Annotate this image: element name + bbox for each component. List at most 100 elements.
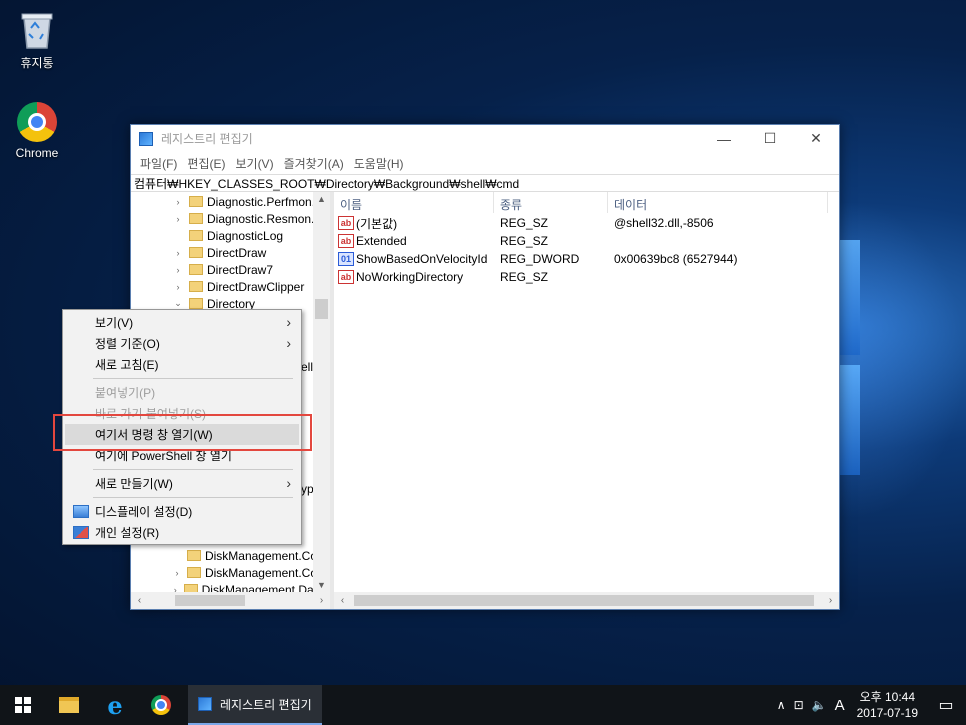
- tree-item-label: DiagnosticLog: [207, 228, 284, 243]
- scroll-left-icon[interactable]: ‹: [131, 592, 148, 609]
- tree-item-label: DirectDrawClipper: [207, 279, 305, 294]
- expand-chevron-icon[interactable]: ›: [171, 248, 185, 258]
- title-bar[interactable]: 레지스트리 편집기 — ☐ ✕: [131, 125, 839, 152]
- tree-item[interactable]: › Diagnostic.Resmon.C: [131, 210, 330, 227]
- menu-item-label: 정렬 기준(O): [95, 337, 160, 351]
- folder-icon: [189, 298, 203, 309]
- volume-icon[interactable]: 🔈: [808, 698, 831, 712]
- internet-explorer-icon: e: [107, 690, 123, 720]
- scroll-down-icon[interactable]: ▼: [313, 580, 330, 590]
- values-horizontal-scrollbar[interactable]: ‹ ›: [334, 592, 839, 609]
- string-value-icon: ab: [338, 216, 354, 230]
- tree-item[interactable]: DiagnosticLog: [131, 227, 330, 244]
- column-header-type[interactable]: 종류: [494, 192, 608, 213]
- chrome-taskbar-button[interactable]: [138, 685, 184, 725]
- menu-item-label: 붙여넣기(P): [95, 386, 156, 400]
- menu-item-display-settings[interactable]: 디스플레이 설정(D): [65, 501, 299, 522]
- menu-help[interactable]: 도움말(H): [349, 155, 409, 172]
- desktop-icon-chrome[interactable]: Chrome: [2, 102, 72, 160]
- value-type: REG_SZ: [500, 270, 549, 284]
- expand-chevron-icon[interactable]: ›: [171, 265, 185, 275]
- value-type: REG_SZ: [500, 234, 549, 248]
- minimize-button[interactable]: —: [701, 125, 747, 152]
- string-value-icon: ab: [338, 234, 354, 248]
- value-name: Extended: [356, 234, 407, 248]
- value-type: REG_DWORD: [500, 252, 580, 266]
- expand-chevron-icon[interactable]: ›: [171, 197, 185, 207]
- clock-date: 2017-07-19: [856, 706, 918, 720]
- tree-vertical-scrollbar[interactable]: ▲ ▼: [313, 192, 330, 592]
- collapse-chevron-icon[interactable]: ⌄: [171, 298, 185, 309]
- show-hidden-icons-icon[interactable]: ∧: [773, 698, 790, 712]
- desktop-icon-label: 휴지통: [20, 56, 54, 70]
- submenu-arrow-icon: ›: [286, 314, 291, 330]
- start-button[interactable]: [0, 685, 46, 725]
- tree-item[interactable]: DiskManagement.Co: [131, 547, 317, 564]
- menu-item-label: 새로 만들기(W): [95, 477, 173, 491]
- scroll-thumb[interactable]: [175, 595, 245, 606]
- address-bar[interactable]: 컴퓨터₩HKEY_CLASSES_ROOT₩Directory₩Backgrou…: [131, 174, 839, 192]
- menu-view[interactable]: 보기(V): [230, 155, 278, 172]
- value-row[interactable]: ab (기본값) REG_SZ @shell32.dll,-8506: [334, 214, 839, 232]
- taskbar: e 레지스트리 편집기 ∧ ⊡ 🔈 A 오후 10:44 2017-07-19 …: [0, 685, 966, 725]
- menu-item-refresh[interactable]: 새로 고침(E): [65, 354, 299, 375]
- wallpaper-logo-pane: [840, 365, 860, 475]
- folder-icon: [186, 567, 201, 578]
- tree-item-label-partial: ell: [301, 360, 314, 374]
- value-row[interactable]: ab Extended REG_SZ: [334, 232, 839, 250]
- input-method-indicator[interactable]: A: [831, 697, 849, 714]
- menu-item-paste: 붙여넣기(P): [65, 382, 299, 403]
- menu-file[interactable]: 파일(F): [135, 155, 182, 172]
- internet-explorer-button[interactable]: e: [92, 685, 138, 725]
- menu-favorites[interactable]: 즐겨찾기(A): [279, 155, 349, 172]
- submenu-arrow-icon: ›: [286, 475, 291, 491]
- wallpaper-logo-pane: [840, 240, 860, 355]
- value-row[interactable]: 01 ShowBasedOnVelocityId REG_DWORD 0x0063…: [334, 250, 839, 268]
- tree-item[interactable]: › DirectDraw7: [131, 261, 330, 278]
- desktop-icon-recycle-bin[interactable]: 휴지통: [2, 8, 72, 71]
- clock[interactable]: 오후 10:44 2017-07-19: [849, 689, 926, 721]
- value-data: @shell32.dll,-8506: [614, 216, 714, 230]
- menu-edit[interactable]: 편집(E): [182, 155, 230, 172]
- column-header-data[interactable]: 데이터: [608, 192, 828, 213]
- action-center-icon[interactable]: ▭: [926, 695, 966, 715]
- taskbar-item-regedit[interactable]: 레지스트리 편집기: [188, 685, 322, 725]
- scroll-thumb[interactable]: [354, 595, 814, 606]
- value-row[interactable]: ab NoWorkingDirectory REG_SZ: [334, 268, 839, 286]
- tree-item[interactable]: › DirectDrawClipper: [131, 278, 330, 295]
- folder-icon: [189, 196, 203, 207]
- menu-item-personalize[interactable]: 개인 설정(R): [65, 522, 299, 543]
- menu-item-sort-by[interactable]: 정렬 기준(O) ›: [65, 333, 299, 354]
- close-button[interactable]: ✕: [793, 125, 839, 152]
- scroll-right-icon[interactable]: ›: [822, 592, 839, 609]
- menu-item-new[interactable]: 새로 만들기(W) ›: [65, 473, 299, 494]
- expand-chevron-icon[interactable]: ›: [171, 282, 185, 292]
- file-explorer-button[interactable]: [46, 685, 92, 725]
- column-header-name[interactable]: 이름: [334, 192, 494, 213]
- maximize-button[interactable]: ☐: [747, 125, 793, 152]
- expand-chevron-icon[interactable]: ›: [171, 568, 183, 578]
- menu-separator: [93, 497, 293, 498]
- tree-item[interactable]: › Diagnostic.Perfmon.D: [131, 193, 330, 210]
- tree-horizontal-scrollbar[interactable]: ‹ ›: [131, 592, 330, 609]
- scroll-up-icon[interactable]: ▲: [313, 194, 330, 204]
- display-icon: [73, 505, 89, 518]
- menu-separator: [93, 469, 293, 470]
- menu-item-label: 새로 고침(E): [95, 358, 159, 372]
- expand-chevron-icon[interactable]: ›: [171, 214, 185, 224]
- network-icon[interactable]: ⊡: [790, 698, 808, 712]
- scroll-thumb[interactable]: [315, 299, 328, 319]
- scroll-left-icon[interactable]: ‹: [334, 592, 351, 609]
- scroll-right-icon[interactable]: ›: [313, 592, 330, 609]
- tree-item[interactable]: › DiskManagement.Co: [131, 564, 317, 581]
- tree-item[interactable]: › DirectDraw: [131, 244, 330, 261]
- windows-logo-icon: [15, 697, 31, 713]
- folder-icon: [189, 213, 203, 224]
- values-list[interactable]: 이름 종류 데이터 ab (기본값) REG_SZ @shell32.dll,-8…: [334, 192, 839, 609]
- clock-time: 오후 10:44: [859, 690, 916, 704]
- menu-item-view[interactable]: 보기(V) ›: [65, 312, 299, 333]
- regedit-icon: [139, 131, 153, 146]
- system-tray: ∧ ⊡ 🔈 A 오후 10:44 2017-07-19 ▭: [773, 685, 966, 725]
- submenu-arrow-icon: ›: [286, 335, 291, 351]
- binary-value-icon: 01: [338, 252, 354, 266]
